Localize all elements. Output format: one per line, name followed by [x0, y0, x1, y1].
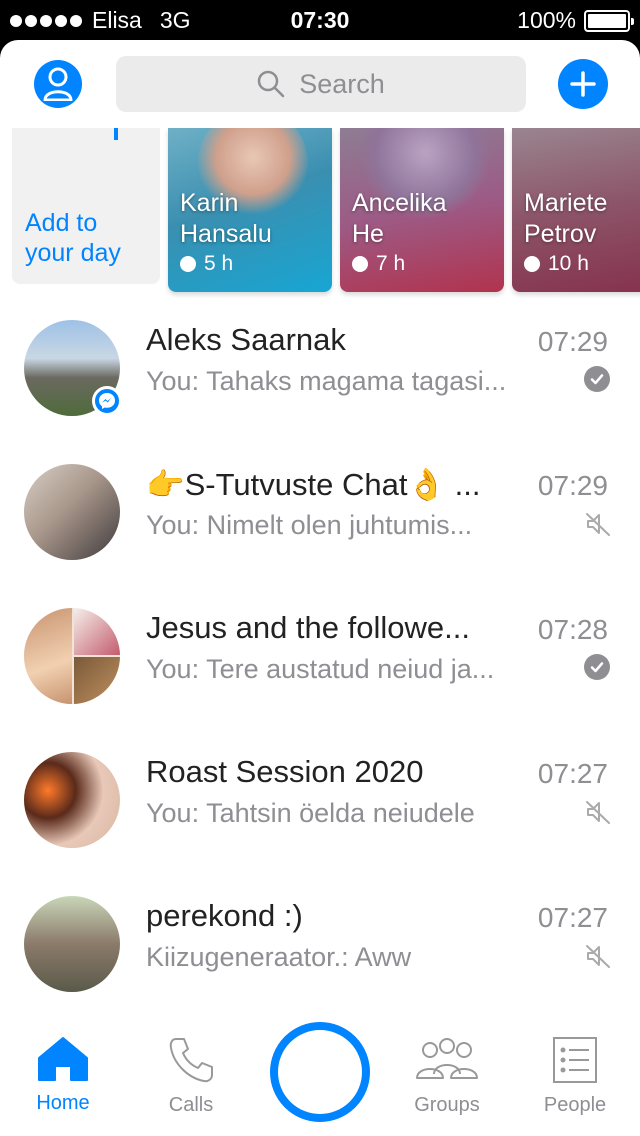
chat-time: 07:27: [537, 902, 608, 933]
people-list-icon: [553, 1037, 597, 1083]
chat-preview: Kiizugeneraator.: Aww: [146, 942, 412, 972]
seen-check-icon: [584, 366, 610, 392]
tab-calls[interactable]: Calls: [136, 1036, 246, 1117]
tab-label: Groups: [414, 1094, 480, 1116]
chat-row[interactable]: Aleks Saarnak 07:29 You: Tahaks magama t…: [0, 310, 640, 454]
battery-icon: [584, 9, 634, 32]
messenger-app: Search Add to your day Karin Hansalu 5 h…: [0, 40, 640, 1136]
avatar: [24, 608, 120, 704]
avatar: [24, 896, 120, 992]
profile-button[interactable]: [34, 60, 82, 108]
story-dot-icon: [524, 256, 540, 272]
chat-time: 07:29: [537, 470, 608, 501]
tab-label: Home: [36, 1092, 90, 1114]
search-icon: [257, 70, 285, 98]
story-dot-icon: [352, 256, 368, 272]
muted-icon: [584, 942, 610, 968]
story-time: 5 h: [180, 252, 233, 276]
tab-groups[interactable]: Groups: [392, 1036, 502, 1117]
battery-percent: 100%: [517, 7, 576, 33]
tab-bar: Home Calls Groups People: [0, 1010, 640, 1136]
chat-preview: You: Tere austatud neiud ja...: [146, 654, 495, 684]
story-name: Ancelika He: [352, 189, 447, 248]
chat-time: 07:28: [537, 614, 608, 645]
search-bar[interactable]: Search: [116, 56, 526, 112]
chat-row[interactable]: perekond :) 07:27 Kiizugeneraator.: Aww: [0, 886, 640, 1030]
person-icon: [43, 67, 73, 101]
groups-icon: [416, 1038, 478, 1079]
chat-preview: You: Nimelt olen juhtumis...: [146, 510, 473, 540]
tab-home[interactable]: Home: [8, 1036, 118, 1115]
chat-row[interactable]: Roast Session 2020 07:27 You: Tahtsin öe…: [0, 742, 640, 886]
chat-row[interactable]: 👉S-Tutvuste Chat👌 ... 07:29 You: Nimelt …: [0, 454, 640, 598]
header: Search: [0, 40, 640, 128]
story-card[interactable]: Karin Hansalu 5 h: [168, 128, 332, 292]
story-card[interactable]: Ancelika He 7 h: [340, 128, 504, 292]
tab-label: People: [543, 1094, 607, 1116]
story-name: Mariete Petrov: [524, 189, 608, 248]
chat-preview: You: Tahtsin öelda neiudele: [146, 798, 475, 828]
chat-title: Jesus and the followe...: [146, 610, 470, 645]
plus-icon: [570, 71, 596, 97]
chat-title: Aleks Saarnak: [146, 322, 346, 357]
story-name: Karin Hansalu: [180, 189, 272, 248]
chat-preview: You: Tahaks magama tagasi...: [146, 366, 507, 396]
status-right: 100%: [517, 7, 634, 34]
add-to-day-label: Add to your day: [25, 209, 121, 267]
muted-icon: [584, 798, 610, 824]
add-to-day-card[interactable]: Add to your day: [12, 128, 160, 284]
story-time: 10 h: [524, 252, 589, 276]
home-icon: [38, 1037, 88, 1081]
story-dot-icon: [180, 256, 196, 272]
add-story-indicator: [114, 128, 118, 140]
chat-title: Roast Session 2020: [146, 754, 424, 789]
avatar: [24, 752, 120, 848]
chat-title: 👉S-Tutvuste Chat👌 ...: [146, 467, 481, 502]
tab-people[interactable]: People: [520, 1036, 630, 1117]
chat-list: Aleks Saarnak 07:29 You: Tahaks magama t…: [0, 310, 640, 1030]
stories-row: Add to your day Karin Hansalu 5 h Anceli…: [0, 128, 640, 298]
chat-time: 07:29: [537, 326, 608, 357]
chat-time: 07:27: [537, 758, 608, 789]
phone-icon: [169, 1038, 213, 1083]
camera-button[interactable]: [270, 1022, 370, 1122]
story-card[interactable]: Mariete Petrov 10 h: [512, 128, 640, 292]
seen-check-icon: [584, 654, 610, 680]
muted-icon: [584, 510, 610, 536]
search-placeholder: Search: [299, 68, 385, 99]
chat-title: perekond :): [146, 898, 303, 933]
tab-label: Calls: [168, 1094, 214, 1116]
avatar: [24, 464, 120, 560]
status-bar: Elisa 3G 07:30 100%: [0, 0, 640, 40]
messenger-icon: [92, 386, 122, 416]
chat-row[interactable]: Jesus and the followe... 07:28 You: Tere…: [0, 598, 640, 742]
compose-button[interactable]: [558, 59, 608, 109]
story-time: 7 h: [352, 252, 405, 276]
